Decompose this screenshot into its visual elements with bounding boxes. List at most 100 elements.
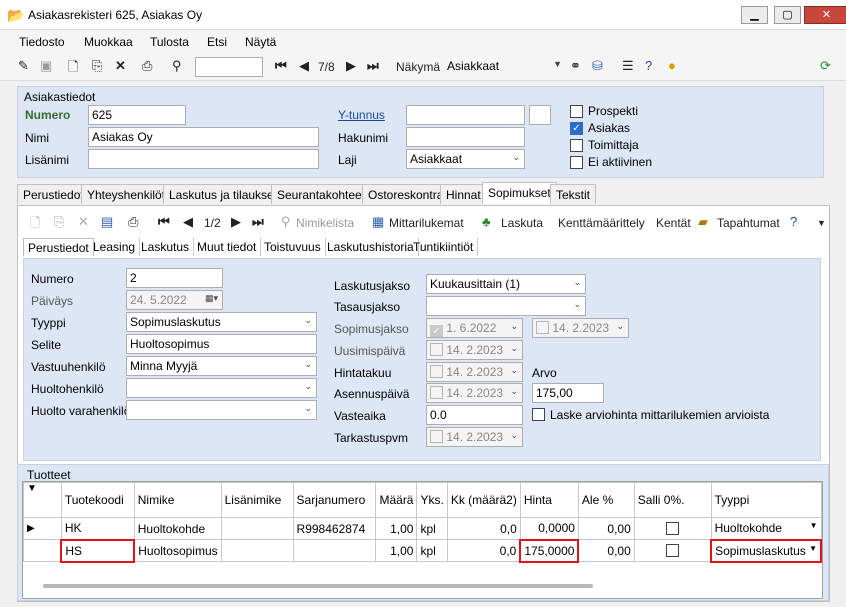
- first-record-icon[interactable]: ⏮: [275, 58, 287, 74]
- col-kk-maara2[interactable]: Kk (määrä2): [446, 482, 521, 518]
- refresh-icon[interactable]: ⟳: [820, 58, 831, 74]
- cell-kk[interactable]: 0,0: [446, 517, 521, 540]
- cell-yks[interactable]: kpl: [416, 517, 448, 540]
- menu-tulosta[interactable]: Tulosta: [150, 35, 189, 49]
- cell-tuotekoodi[interactable]: HS: [60, 538, 136, 563]
- kentat-button[interactable]: Kentät: [656, 216, 691, 230]
- cell-lisanimike[interactable]: [220, 517, 294, 540]
- col-ale[interactable]: Ale %: [577, 482, 635, 518]
- menu-tiedosto[interactable]: Tiedosto: [19, 35, 65, 49]
- huoltohenkilo-select[interactable]: ⌄: [126, 378, 317, 398]
- nimikelista-button[interactable]: Nimikelista: [296, 216, 354, 230]
- cell-maara[interactable]: 1,00: [375, 517, 418, 540]
- menu-nayta[interactable]: Näytä: [245, 35, 276, 49]
- laskutusjakso-select[interactable]: Kuukausittain (1) ⌄: [426, 274, 586, 294]
- tasausjakso-select[interactable]: ⌄: [426, 296, 586, 316]
- maximize-button[interactable]: ▢: [774, 6, 801, 24]
- ytunnus-extra-field[interactable]: [529, 105, 551, 125]
- cell-salli[interactable]: [633, 539, 712, 562]
- lisanimi-field[interactable]: [88, 149, 319, 169]
- cell-salli[interactable]: [633, 517, 712, 540]
- subtab-laskutushistoria[interactable]: Laskutushistoria: [323, 238, 419, 256]
- contract-print-icon[interactable]: ⎙: [128, 214, 138, 230]
- contract-help-icon[interactable]: ?: [790, 214, 797, 229]
- contract-prev-icon[interactable]: ◀: [183, 214, 193, 230]
- next-record-icon[interactable]: ▶: [346, 58, 356, 74]
- contract-save-icon[interactable]: ▤: [101, 214, 113, 230]
- tarkastuspvm-field[interactable]: 14. 2.2023 ⌄: [426, 427, 523, 447]
- cell-sarjanumero[interactable]: [292, 539, 377, 562]
- sopimusjakso-end-field[interactable]: 14. 2.2023 ⌄: [532, 318, 629, 338]
- cell-ale[interactable]: 0,00: [577, 517, 635, 540]
- tab-sopimukset[interactable]: Sopimukset: [482, 182, 557, 204]
- cell-hinta[interactable]: 175,0000: [519, 538, 580, 563]
- table-row[interactable]: ▶ HK Huoltokohde R998462874 1,00 kpl 0,0…: [23, 517, 822, 540]
- col-lisanimike[interactable]: Lisänimike: [220, 482, 294, 518]
- cell-tyyppi[interactable]: Sopimuslaskutus ▼: [710, 538, 822, 563]
- cell-maara[interactable]: 1,00: [375, 539, 418, 562]
- contract-delete-icon[interactable]: ✕: [78, 214, 89, 230]
- tab-laskutus-ja-tilaukset[interactable]: Laskutus ja tilaukset: [163, 184, 284, 204]
- arvo-field[interactable]: 175,00: [532, 383, 604, 403]
- copy-icon[interactable]: ⎘: [92, 58, 102, 74]
- col-sarjanumero[interactable]: Sarjanumero: [292, 482, 377, 518]
- kenttamaarittely-button[interactable]: Kenttämäärittely: [558, 216, 645, 230]
- edit-icon[interactable]: ✎: [18, 58, 29, 74]
- prospekti-checkbox[interactable]: [570, 105, 583, 118]
- contract-new-icon[interactable]: 🗋: [30, 214, 40, 236]
- contract-last-icon[interactable]: ⏭: [252, 214, 264, 230]
- subtab-laskutus[interactable]: Laskutus: [137, 238, 195, 256]
- numero-field[interactable]: 625: [88, 105, 186, 125]
- col-hinta[interactable]: Hinta: [519, 482, 579, 518]
- ei-aktiivinen-checkbox[interactable]: [570, 156, 583, 169]
- tab-hinnat[interactable]: Hinnat: [440, 184, 487, 204]
- subtab-perustiedot[interactable]: Perustiedot: [23, 238, 94, 256]
- huolto-varahenkilo-select[interactable]: ⌄: [126, 400, 317, 420]
- col-yks[interactable]: Yks.: [416, 482, 448, 518]
- col-salli[interactable]: Salli 0%.: [633, 482, 712, 518]
- col-tyyppi[interactable]: Tyyppi: [710, 482, 822, 518]
- tools-icon[interactable]: ●: [668, 58, 676, 73]
- close-button[interactable]: ✕: [804, 6, 846, 24]
- hintatakuu-field[interactable]: 14. 2.2023 ⌄: [426, 362, 523, 382]
- laji-select[interactable]: Asiakkaat ⌄: [406, 149, 525, 169]
- tyyppi-select[interactable]: Sopimuslaskutus ⌄: [126, 312, 317, 332]
- contract-first-icon[interactable]: ⏮: [158, 214, 170, 230]
- subtab-tuntikiintiot[interactable]: Tuntikiintiöt: [409, 238, 479, 256]
- asiakas-checkbox[interactable]: ✓: [570, 122, 583, 135]
- cell-sarjanumero[interactable]: R998462874: [292, 517, 377, 540]
- tab-yhteyshenkilot[interactable]: Yhteyshenkilöt: [81, 184, 172, 204]
- view-select[interactable]: Asiakkaat ▼: [444, 57, 566, 77]
- menu-muokkaa[interactable]: Muokkaa: [84, 35, 133, 49]
- salli-checkbox[interactable]: [665, 543, 679, 557]
- col-maara[interactable]: Määrä: [375, 482, 418, 518]
- grid-menu-icon[interactable]: ▼: [23, 482, 62, 518]
- subtab-toistuvuus[interactable]: Toistuvuus: [260, 238, 326, 256]
- laskuta-button[interactable]: Laskuta: [501, 216, 543, 230]
- nimi-field[interactable]: Asiakas Oy: [88, 127, 319, 147]
- cell-tyyppi[interactable]: Huoltokohde ▼: [710, 517, 822, 540]
- cell-hinta[interactable]: 0,0000: [519, 517, 579, 540]
- tab-seurantakohteet[interactable]: Seurantakohteet: [271, 184, 372, 204]
- uusimispaiva-field[interactable]: 14. 2.2023 ⌄: [426, 340, 523, 360]
- salli-checkbox[interactable]: [666, 521, 680, 535]
- selite-field[interactable]: Huoltosopimus: [126, 334, 317, 354]
- toolbar-overflow-icon[interactable]: ▼: [817, 218, 826, 228]
- paivays-field[interactable]: 24. 5.2022 ▦▾: [126, 290, 223, 310]
- contract-numero-field[interactable]: 2: [126, 268, 223, 288]
- cell-lisanimike[interactable]: [220, 539, 294, 562]
- tab-perustiedot[interactable]: Perustiedot: [17, 184, 90, 204]
- cell-yks[interactable]: kpl: [416, 539, 448, 562]
- subtab-muut-tiedot[interactable]: Muut tiedot: [193, 238, 262, 256]
- ytunnus-link[interactable]: Y-tunnus: [338, 108, 385, 122]
- new-icon[interactable]: 🗋: [68, 58, 78, 80]
- col-nimike[interactable]: Nimike: [133, 482, 222, 518]
- search-input[interactable]: [195, 57, 263, 77]
- delete-icon[interactable]: ✕: [115, 58, 126, 74]
- cell-tuotekoodi[interactable]: HK: [60, 517, 135, 540]
- contract-next-icon[interactable]: ▶: [231, 214, 241, 230]
- list-icon[interactable]: ☰: [622, 58, 634, 74]
- last-record-icon[interactable]: ⏭: [367, 58, 379, 74]
- cell-ale[interactable]: 0,00: [577, 539, 635, 562]
- subtab-leasing[interactable]: Leasing: [89, 238, 141, 256]
